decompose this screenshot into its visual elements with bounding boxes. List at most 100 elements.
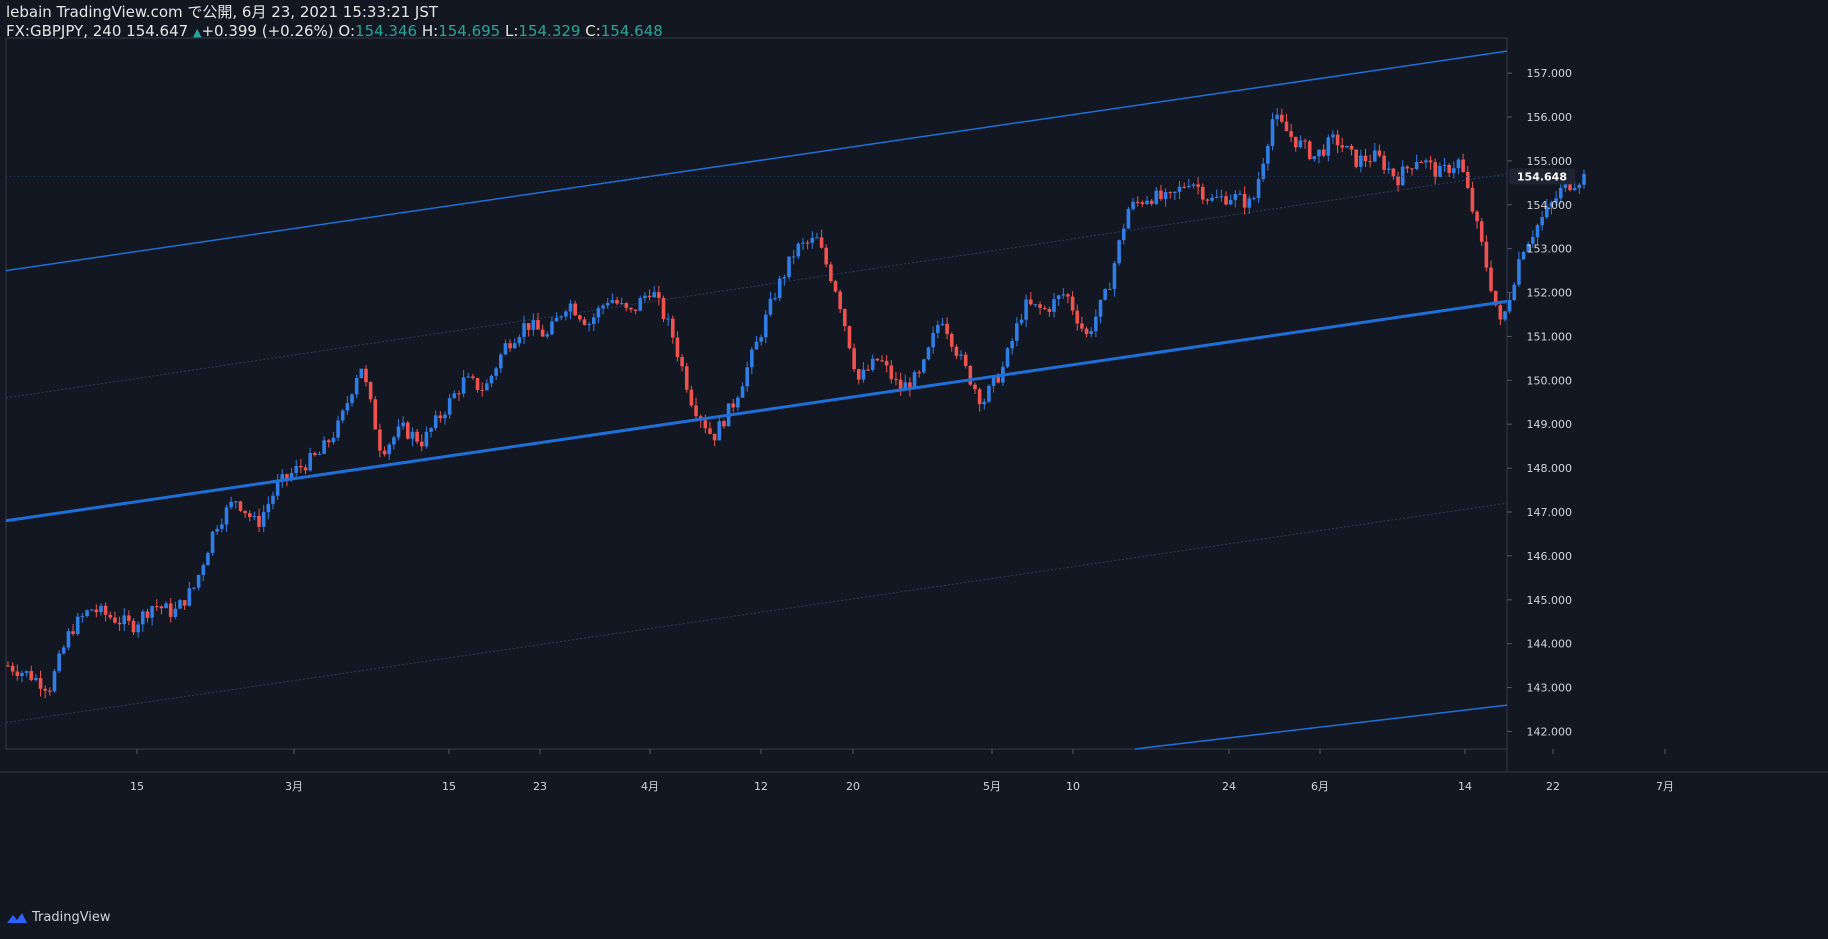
- candle-up: [294, 466, 299, 473]
- candle-up: [922, 359, 926, 373]
- y-tick-label: 155.000: [1527, 155, 1573, 168]
- candle-down: [127, 615, 131, 621]
- candle-up: [345, 403, 350, 411]
- candle-up: [266, 503, 271, 513]
- candle-down: [633, 309, 638, 311]
- candle-up: [85, 610, 89, 617]
- candle-up: [870, 358, 875, 370]
- candle-up: [1177, 186, 1182, 192]
- candle-down: [108, 614, 113, 618]
- candle-up: [754, 341, 759, 350]
- candle-down: [657, 292, 661, 298]
- candle-down: [819, 237, 824, 248]
- candle-down: [917, 372, 921, 374]
- candle-down: [880, 360, 884, 362]
- candle-up: [75, 616, 80, 634]
- candle-up: [271, 495, 275, 504]
- x-tick-label: 5月: [983, 780, 1001, 793]
- tradingview-brand[interactable]: TradingView: [6, 910, 111, 925]
- candle-down: [1135, 201, 1140, 203]
- candle-up: [1331, 134, 1335, 138]
- candle-down: [977, 389, 982, 405]
- candle-up: [233, 501, 238, 503]
- candle-up: [461, 377, 466, 394]
- candle-down: [1196, 184, 1200, 187]
- candle-down: [10, 665, 15, 672]
- candle-up: [1219, 196, 1224, 198]
- candle-up: [34, 678, 38, 681]
- candle-up: [1582, 173, 1586, 185]
- candle-down: [1149, 200, 1154, 204]
- candle-down: [1363, 155, 1368, 162]
- candle-down: [1428, 160, 1433, 163]
- candle-up: [801, 242, 805, 244]
- channel-support-line: [5, 299, 1508, 523]
- candle-up: [1154, 190, 1159, 204]
- candle-down: [1354, 149, 1359, 167]
- candle-up: [1126, 208, 1131, 229]
- candle-up: [1558, 187, 1563, 199]
- x-tick-label: 15: [442, 780, 456, 793]
- candle-down: [1461, 159, 1465, 172]
- candle-up: [61, 647, 66, 654]
- candle-up: [359, 368, 364, 379]
- candle-up: [1386, 168, 1391, 170]
- y-tick-label: 142.000: [1527, 725, 1573, 738]
- candle-up: [1061, 294, 1066, 296]
- candle-up: [1052, 299, 1056, 312]
- open-label: O:: [338, 22, 356, 40]
- candle-up: [1005, 348, 1010, 367]
- candle-up: [336, 420, 340, 438]
- candle-down: [1200, 186, 1205, 200]
- candle-down: [661, 297, 666, 320]
- candle-up: [1191, 184, 1196, 186]
- candle-up: [443, 414, 447, 419]
- channel-line: [1134, 704, 1508, 750]
- symbol-info: FX:GBPJPY, 240 154.647 ▲+0.399 (+0.26%) …: [6, 22, 663, 42]
- candle-up: [220, 524, 224, 529]
- candle-down: [1047, 309, 1052, 312]
- candle-up: [150, 606, 154, 618]
- candle-down: [238, 501, 243, 511]
- candle-up: [1261, 163, 1266, 179]
- candle-up: [791, 256, 796, 258]
- candle-down: [884, 360, 889, 366]
- candle-down: [6, 665, 10, 667]
- candle-down: [71, 631, 75, 634]
- candle-down: [578, 315, 582, 320]
- candle-up: [550, 321, 554, 335]
- candle-up: [982, 401, 987, 405]
- candle-up: [503, 343, 508, 355]
- candle-up: [410, 431, 415, 439]
- x-tick-label: 3月: [285, 780, 303, 793]
- candle-down: [1349, 146, 1354, 150]
- candle-down: [182, 600, 187, 606]
- candle-up: [1228, 199, 1233, 205]
- candle-down: [103, 605, 108, 615]
- candle-down: [1484, 241, 1489, 268]
- candle-down: [145, 611, 150, 618]
- candle-up: [1372, 150, 1377, 162]
- candle-down: [973, 384, 977, 390]
- candle-up: [80, 616, 85, 618]
- candle-up: [1173, 191, 1177, 193]
- x-tick-label: 4月: [641, 780, 659, 793]
- candle-down: [1284, 121, 1289, 132]
- guide-line: [5, 502, 1508, 724]
- candle-down: [117, 622, 122, 625]
- candle-up: [1507, 299, 1512, 312]
- candle-up: [1024, 299, 1028, 320]
- chart-header: lebain TradingView.com で公開, 6月 23, 2021 …: [6, 3, 663, 42]
- candle-down: [833, 281, 838, 292]
- y-tick-label: 154.000: [1527, 199, 1573, 212]
- candle-up: [763, 314, 768, 338]
- candle-down: [856, 369, 861, 380]
- candle-down: [48, 690, 52, 692]
- candle-down: [159, 606, 164, 609]
- x-tick-label: 15: [130, 780, 144, 793]
- candle-down: [1182, 186, 1186, 188]
- candle-up: [401, 422, 405, 427]
- candle-up: [1275, 114, 1279, 120]
- candle-up: [494, 368, 498, 376]
- candle-down: [624, 303, 629, 308]
